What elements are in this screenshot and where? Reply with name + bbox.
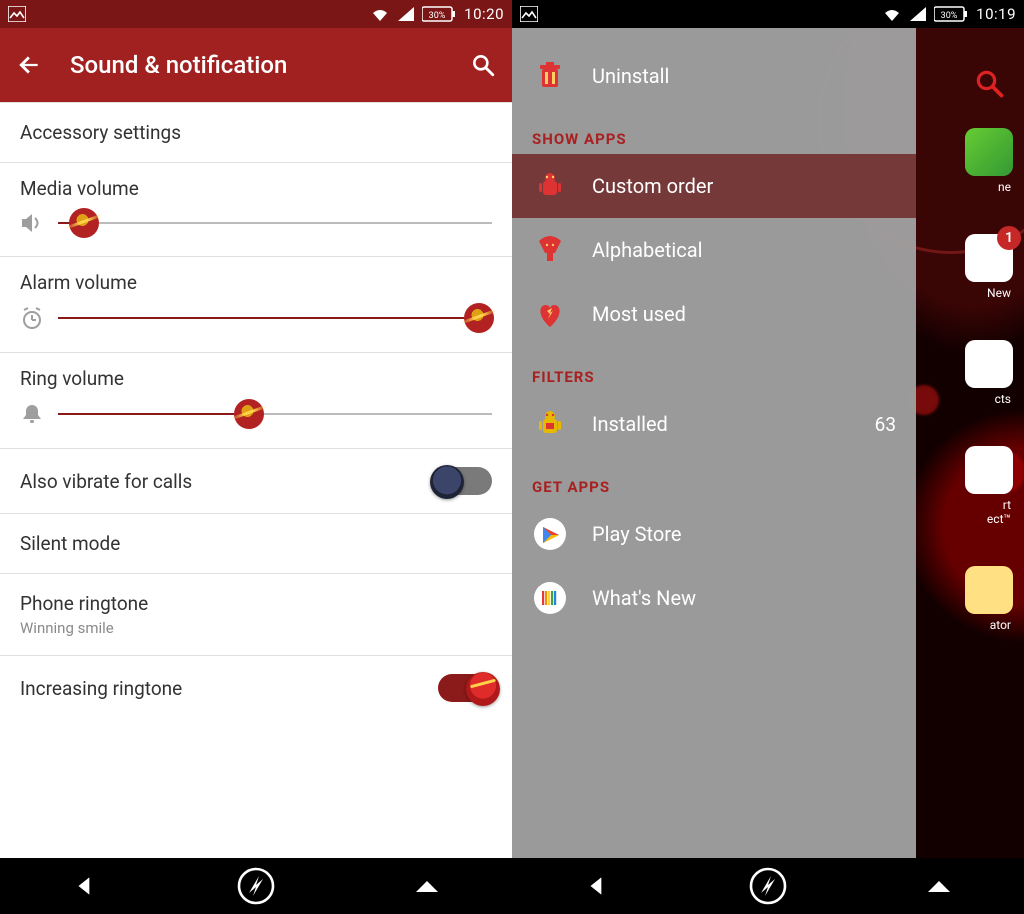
picture-icon [8,6,26,22]
label: Alarm volume [20,271,492,294]
trash-icon [532,58,568,94]
item-ring-volume: Ring volume [0,353,512,449]
drawer-play-store[interactable]: Play Store [512,502,916,566]
flash-knob-icon [466,672,500,706]
bell-icon [20,402,44,426]
nav-bar [512,858,1024,914]
label: Play Store [592,522,681,546]
nav-home-button[interactable] [738,866,798,906]
app-shortcut[interactable]: New [965,234,1013,300]
search-icon[interactable] [974,68,1004,98]
ring-volume-slider[interactable] [58,413,492,415]
mask-knob-icon [430,465,464,499]
slider-thumb[interactable] [69,208,99,238]
android-icon [532,168,568,204]
section-show-apps: SHOW APPS [512,108,916,154]
increasing-toggle[interactable] [438,674,492,702]
drawer-alphabetical[interactable]: Alphabetical [512,218,916,282]
app-drawer-menu: Uninstall SHOW APPS Custom order Alphabe… [512,28,916,858]
media-volume-slider[interactable] [58,222,492,224]
label: Custom order [592,174,713,198]
drawer-whats-new[interactable]: What's New [512,566,916,630]
label: Also vibrate for calls [20,470,192,493]
item-vibrate-for-calls[interactable]: Also vibrate for calls [0,449,512,514]
app-shortcut[interactable]: rt ect™ [965,446,1013,526]
item-silent-mode[interactable]: Silent mode [0,514,512,574]
search-icon[interactable] [470,52,496,78]
label: Ring volume [20,367,492,390]
play-store-icon [532,516,568,552]
drawer-installed[interactable]: Installed 63 [512,392,916,456]
battery-icon: 30% [934,6,968,22]
item-accessory-settings[interactable]: Accessory settings [0,102,512,163]
bull-icon [532,232,568,268]
label: Silent mode [20,532,492,555]
heart-icon [532,296,568,332]
drawer-custom-order[interactable]: Custom order [512,154,916,218]
app-shortcut[interactable]: ator [965,566,1013,632]
item-increasing-ringtone[interactable]: Increasing ringtone [0,656,512,720]
vibrate-toggle[interactable] [438,467,492,495]
svg-text:30%: 30% [941,11,958,21]
nav-recent-button[interactable] [397,866,457,906]
label: What's New [592,586,696,610]
svg-text:30%: 30% [429,11,446,21]
alarm-clock-icon [20,306,44,330]
label: Media volume [20,177,492,200]
section-get-apps: GET APPS [512,456,916,502]
nav-back-button[interactable] [55,866,115,906]
slider-thumb[interactable] [234,399,264,429]
item-media-volume: Media volume [0,163,512,257]
app-shortcut[interactable]: ne [965,128,1013,194]
android-yellow-icon [532,406,568,442]
nav-back-button[interactable] [567,866,627,906]
clock-text: 10:19 [976,5,1016,23]
home-column-icons: ne New cts rt ect™ ator [954,128,1024,632]
drawer-uninstall[interactable]: Uninstall [512,44,916,108]
alarm-volume-slider[interactable] [58,317,492,319]
nav-home-button[interactable] [226,866,286,906]
status-bar: 30% 10:19 [512,0,1024,28]
status-bar: 30% 10:20 [0,0,512,28]
sub-label: Winning smile [20,619,492,637]
clock-text: 10:20 [464,5,504,23]
home-screen: ne New cts rt ect™ ator Uninstall SHOW A… [512,28,1024,858]
label: Phone ringtone [20,592,492,615]
label: Most used [592,302,686,326]
wifi-icon [370,6,390,22]
installed-count: 63 [875,413,896,436]
label: Uninstall [592,64,669,88]
battery-icon: 30% [422,6,456,22]
page-title: Sound & notification [70,51,442,79]
cell-signal-icon [910,7,926,21]
app-header: Sound & notification [0,28,512,102]
label: Alphabetical [592,238,703,262]
phone-left: 30% 10:20 Sound & notification Accessory… [0,0,512,914]
back-icon[interactable] [16,52,42,78]
wifi-icon [882,6,902,22]
item-phone-ringtone[interactable]: Phone ringtone Winning smile [0,574,512,656]
app-shortcut[interactable]: cts [965,340,1013,406]
drawer-most-used[interactable]: Most used [512,282,916,346]
nav-bar [0,858,512,914]
cell-signal-icon [398,7,414,21]
speaker-icon [20,212,44,234]
label: Increasing ringtone [20,677,182,700]
label: Installed [592,412,668,436]
section-filters: FILTERS [512,346,916,392]
phone-right: 30% 10:19 ne New cts rt ect™ ator Uninst… [512,0,1024,914]
whats-new-icon [532,580,568,616]
slider-thumb[interactable] [464,303,494,333]
settings-list: Accessory settings Media volume Alarm vo… [0,102,512,858]
item-alarm-volume: Alarm volume [0,257,512,353]
label: Accessory settings [20,121,492,144]
picture-icon [520,6,538,22]
nav-recent-button[interactable] [909,866,969,906]
